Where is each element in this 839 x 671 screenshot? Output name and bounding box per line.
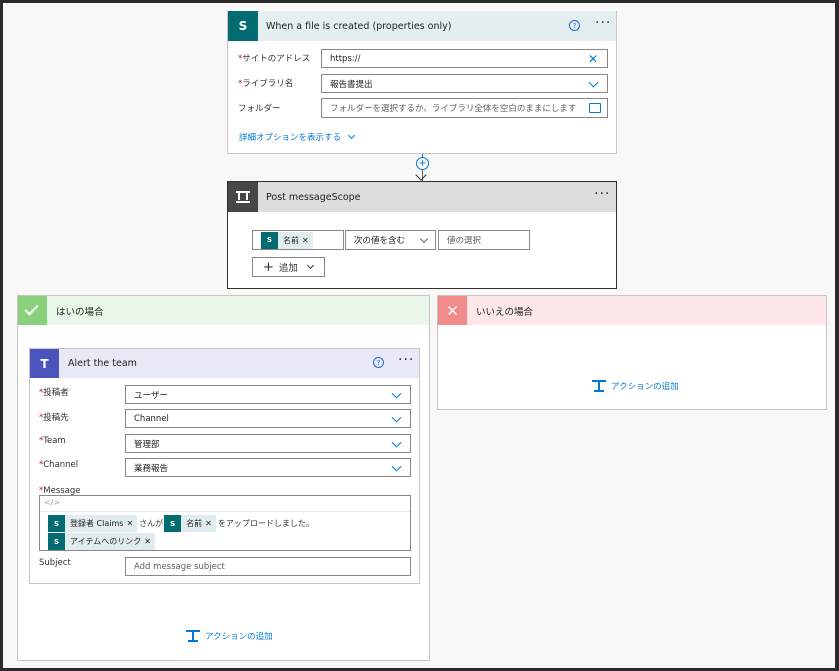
remove-token-icon[interactable]: ✕ — [144, 537, 151, 546]
message-divider — [40, 511, 410, 512]
scope-title: Post messageScope — [266, 191, 361, 203]
trigger-header[interactable]: S When a file is created (properties onl… — [228, 11, 616, 41]
scope-header[interactable]: Post messageScope ··· — [228, 182, 616, 212]
chevron-down-icon — [391, 461, 402, 472]
chevron-down-icon — [391, 388, 402, 399]
post-in-label: *投稿先 — [39, 413, 69, 423]
name-token[interactable]: S 名前 ✕ — [261, 231, 313, 249]
sharepoint-icon: S — [228, 11, 258, 41]
remove-token-icon[interactable]: ✕ — [126, 519, 133, 528]
alert-card: T Alert the team ? ··· *投稿者 ユーザー *投稿先 Ch… — [29, 348, 420, 584]
insert-step-button[interactable]: + — [416, 157, 429, 170]
code-view-icon[interactable]: </> — [44, 498, 60, 507]
sharepoint-icon: S — [48, 515, 65, 532]
more-options-icon[interactable]: ··· — [594, 187, 610, 201]
folder-field[interactable]: フォルダーを選択するか、ライブラリ全体を空白のままにします — [321, 98, 608, 118]
check-icon — [18, 296, 47, 325]
trigger-title: When a file is created (properties only) — [266, 20, 452, 32]
no-branch-header: ✕ いいえの場合 — [438, 296, 826, 325]
alert-header[interactable]: T Alert the team ? ··· — [30, 349, 419, 378]
sharepoint-icon: S — [261, 231, 278, 249]
yes-branch-header: はいの場合 — [18, 296, 429, 325]
chevron-down-icon — [391, 437, 402, 448]
chevron-down-icon — [588, 77, 599, 88]
alert-title: Alert the team — [68, 358, 137, 369]
poster-dropdown[interactable]: ユーザー — [125, 385, 411, 404]
subject-input[interactable]: Add message subject — [125, 557, 411, 576]
value-input[interactable]: 値の選択 — [438, 230, 530, 250]
sharepoint-icon: S — [164, 515, 182, 532]
message-line-2: S アイテムへのリンク ✕ — [48, 533, 155, 550]
post-in-dropdown[interactable]: Channel — [125, 409, 411, 428]
team-dropdown[interactable]: 管理部 — [125, 434, 411, 453]
trigger-card: S When a file is created (properties onl… — [227, 11, 617, 154]
no-branch: ✕ いいえの場合 アクションの追加 — [437, 295, 827, 410]
chevron-down-icon — [391, 412, 402, 423]
chevron-down-icon — [306, 261, 314, 270]
more-options-icon[interactable]: ··· — [398, 353, 414, 367]
scope-icon — [228, 182, 258, 212]
chevron-down-icon — [347, 131, 356, 140]
remove-token-icon[interactable]: ✕ — [205, 519, 212, 528]
site-address-field[interactable]: https:// ✕ — [321, 49, 608, 68]
subject-label: Subject — [39, 558, 71, 568]
library-dropdown[interactable]: 報告書提出 — [321, 74, 608, 93]
clear-icon[interactable]: ✕ — [588, 52, 598, 66]
advanced-options-link[interactable]: 詳細オプションを表示する — [239, 131, 356, 143]
condition-value-box[interactable]: S 名前 ✕ — [252, 230, 344, 250]
folder-label: フォルダー — [238, 104, 281, 114]
remove-token-icon[interactable]: ✕ — [302, 236, 309, 245]
x-icon: ✕ — [438, 296, 467, 325]
name-token[interactable]: S 名前 ✕ — [164, 515, 216, 532]
library-label: *ライブラリ名 — [238, 79, 294, 89]
channel-dropdown[interactable]: 業務報告 — [125, 458, 411, 477]
help-icon[interactable]: ? — [569, 20, 580, 31]
claims-token[interactable]: S 登録者 Claims ✕ — [48, 515, 138, 532]
folder-icon[interactable] — [589, 103, 601, 113]
yes-add-action-button[interactable]: アクションの追加 — [186, 630, 273, 642]
teams-icon: T — [30, 349, 59, 378]
team-label: *Team — [39, 436, 66, 446]
yes-branch-title: はいの場合 — [56, 306, 104, 318]
yes-branch: はいの場合 T Alert the team ? ··· *投稿者 ユーザー *… — [17, 295, 430, 661]
poster-label: *投稿者 — [39, 388, 69, 398]
add-action-icon — [186, 630, 200, 642]
add-condition-button[interactable]: + 追加 — [252, 257, 325, 277]
add-action-icon — [592, 380, 606, 392]
item-link-token[interactable]: S アイテムへのリンク ✕ — [48, 533, 155, 550]
help-icon[interactable]: ? — [373, 357, 384, 368]
message-text: をアップロードしました。 — [217, 519, 314, 528]
message-text: さんが — [139, 519, 164, 528]
message-editor[interactable]: </> S 登録者 Claims ✕ さんが S 名前 ✕ をアップロードしまし… — [39, 495, 411, 551]
arrow-down-icon — [415, 169, 427, 181]
operator-dropdown[interactable]: 次の値を含む — [345, 230, 436, 250]
plus-icon: + — [263, 259, 274, 275]
flow-canvas: S When a file is created (properties onl… — [3, 3, 835, 668]
more-options-icon[interactable]: ··· — [595, 16, 611, 30]
scope-card: Post messageScope ··· S 名前 ✕ 次の値を含む 値の選択… — [227, 181, 617, 289]
sharepoint-icon: S — [48, 533, 65, 550]
chevron-down-icon — [419, 234, 429, 244]
no-branch-title: いいえの場合 — [476, 306, 534, 318]
channel-label: *Channel — [39, 460, 79, 470]
site-address-label: *サイトのアドレス — [238, 54, 311, 64]
no-add-action-button[interactable]: アクションの追加 — [592, 380, 679, 392]
message-line-1: S 登録者 Claims ✕ さんが S 名前 ✕ をアップロードしました。 — [48, 515, 314, 532]
